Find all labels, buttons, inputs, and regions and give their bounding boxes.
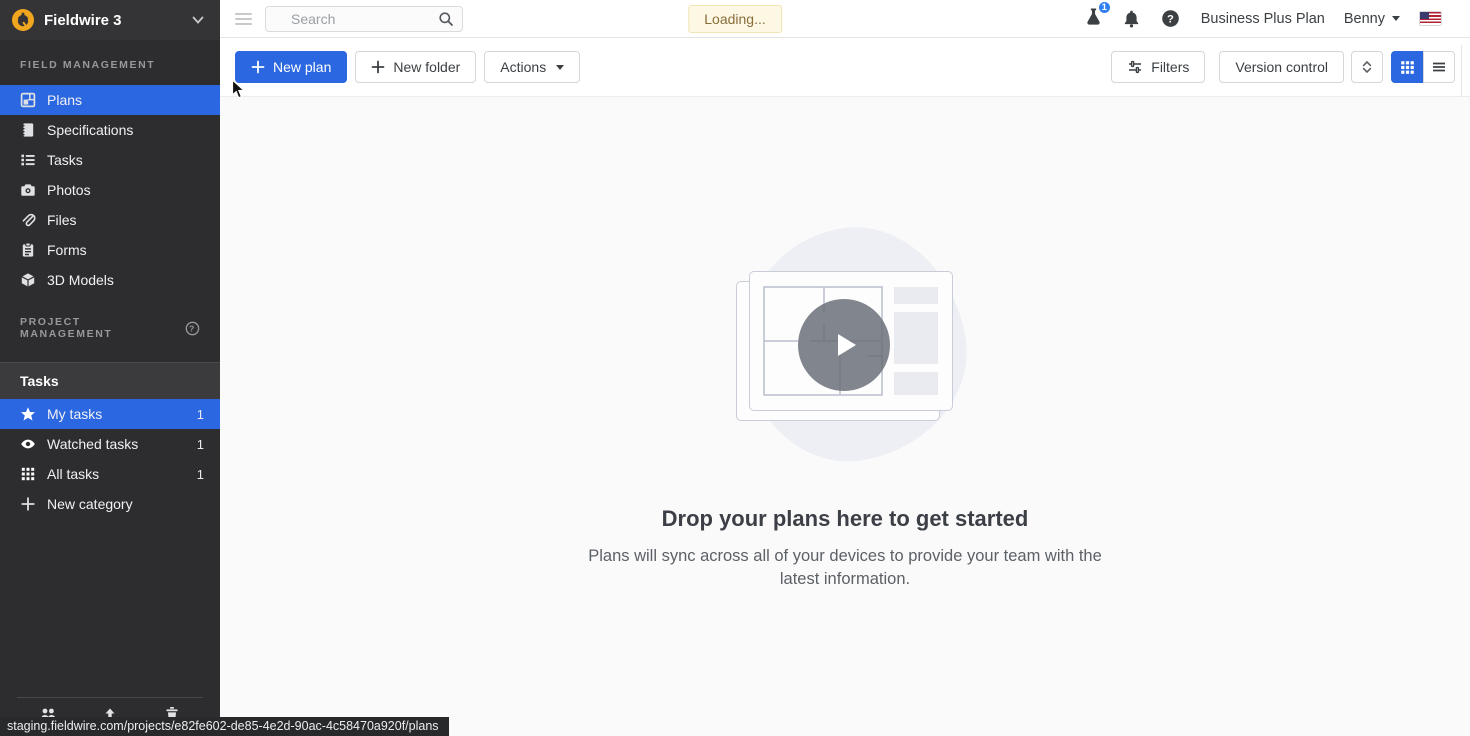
- unfold-chevrons-icon: [1359, 59, 1375, 75]
- topbar: Loading... 1: [220, 0, 1470, 38]
- language-flag-icon[interactable]: [1420, 12, 1441, 25]
- sidebar-item-tasks[interactable]: Tasks: [0, 145, 220, 175]
- experiments-count-badge: 1: [1097, 0, 1112, 15]
- toolbar-right: Filters Version control: [1111, 51, 1455, 83]
- caret-down-icon: [1392, 16, 1400, 21]
- plus-icon: [371, 60, 385, 74]
- field-management-heading: FIELD MANAGEMENT: [0, 59, 220, 71]
- sort-order-button[interactable]: [1351, 51, 1383, 83]
- list-view-button[interactable]: [1423, 51, 1455, 83]
- notifications-bell-icon[interactable]: [1122, 9, 1141, 28]
- task-count-badge: 1: [197, 437, 204, 452]
- tasks-list-icon: [20, 152, 36, 168]
- play-video-button[interactable]: [798, 299, 890, 391]
- topbar-right: 1 ? Business Plus Plan Benny: [1084, 7, 1470, 31]
- paperclip-icon: [20, 212, 36, 228]
- task-count-badge: 1: [197, 467, 204, 482]
- filters-sliders-icon: [1127, 59, 1143, 75]
- sidebar-item-label: Watched tasks: [47, 436, 138, 452]
- sidebar-item-label: Plans: [47, 92, 82, 108]
- project-management-heading: PROJECT MANAGEMENT ?: [0, 316, 220, 340]
- new-folder-button[interactable]: New folder: [355, 51, 476, 83]
- user-menu[interactable]: Benny: [1344, 11, 1400, 27]
- user-name: Benny: [1344, 11, 1385, 27]
- sidebar-item-new-category[interactable]: New category: [0, 489, 220, 519]
- eye-icon: [20, 436, 36, 452]
- chevron-down-icon: [190, 12, 206, 28]
- plans-icon: [20, 92, 36, 108]
- sidebar-item-specifications[interactable]: Specifications: [0, 115, 220, 145]
- sidebar-item-3d-models[interactable]: 3D Models: [0, 265, 220, 295]
- grid-dots-icon: [20, 466, 36, 482]
- help-icon[interactable]: ?: [1161, 9, 1180, 28]
- plus-icon: [251, 60, 265, 74]
- version-control-button[interactable]: Version control: [1219, 51, 1344, 83]
- specifications-icon: [20, 122, 36, 138]
- menu-toggle-icon[interactable]: [235, 13, 252, 25]
- caret-down-icon: [556, 65, 564, 70]
- sidebar-item-label: Forms: [47, 242, 87, 258]
- star-icon: [20, 406, 36, 422]
- svg-text:?: ?: [189, 323, 196, 333]
- empty-state-description: Plans will sync across all of your devic…: [583, 545, 1108, 591]
- sidebar-item-watched-tasks[interactable]: Watched tasks 1: [0, 429, 220, 459]
- flask-icon: [1084, 13, 1103, 30]
- fieldwire-logo-icon: [11, 8, 35, 32]
- scrollbar-edge: [1461, 45, 1462, 97]
- link-preview-statusbar: staging.fieldwire.com/projects/e82fe602-…: [0, 717, 449, 736]
- sidebar-item-label: Specifications: [47, 122, 133, 138]
- play-icon: [827, 328, 861, 362]
- experiments-button[interactable]: 1: [1084, 7, 1103, 31]
- sidebar-item-label: New category: [47, 496, 133, 512]
- fieldwire-app: Fieldwire 3 FIELD MANAGEMENT Plans: [0, 0, 1470, 736]
- sidebar-item-files[interactable]: Files: [0, 205, 220, 235]
- search-icon[interactable]: [438, 11, 454, 27]
- sidebar-item-my-tasks[interactable]: My tasks 1: [0, 399, 220, 429]
- sidebar: Fieldwire 3 FIELD MANAGEMENT Plans: [0, 0, 220, 736]
- main-area: Loading... 1: [220, 0, 1470, 736]
- help-outline-icon[interactable]: ?: [185, 321, 200, 336]
- plans-toolbar: New plan New folder Actions: [220, 38, 1470, 97]
- new-plan-button[interactable]: New plan: [235, 51, 347, 83]
- sidebar-item-all-tasks[interactable]: All tasks 1: [0, 459, 220, 489]
- sidebar-item-label: Photos: [47, 182, 91, 198]
- cube-icon: [20, 272, 36, 288]
- grid-view-icon: [1400, 60, 1415, 75]
- sidebar-item-label: Tasks: [47, 152, 83, 168]
- plan-badge: Business Plus Plan: [1201, 11, 1325, 27]
- plus-icon: [20, 496, 36, 512]
- loading-toast: Loading...: [688, 5, 782, 33]
- view-toggle-group: [1391, 51, 1455, 83]
- sidebar-item-label: Files: [47, 212, 77, 228]
- filters-button[interactable]: Filters: [1111, 51, 1205, 83]
- sidebar-item-label: My tasks: [47, 406, 102, 422]
- list-view-icon: [1431, 59, 1447, 75]
- project-switcher[interactable]: Fieldwire 3: [0, 0, 220, 40]
- sidebar-item-photos[interactable]: Photos: [0, 175, 220, 205]
- tasks-section-header: Tasks: [0, 362, 220, 399]
- actions-button[interactable]: Actions: [484, 51, 580, 83]
- project-name: Fieldwire 3: [44, 12, 190, 29]
- sidebar-item-forms[interactable]: Forms: [0, 235, 220, 265]
- empty-state-illustration: [725, 228, 965, 464]
- sidebar-item-label: All tasks: [47, 466, 99, 482]
- task-count-badge: 1: [197, 407, 204, 422]
- search-box: [265, 6, 463, 32]
- empty-state-title: Drop your plans here to get started: [662, 506, 1029, 532]
- grid-view-button[interactable]: [1391, 51, 1423, 83]
- camera-icon: [20, 182, 36, 198]
- plans-empty-state: Drop your plans here to get started Plan…: [220, 97, 1470, 736]
- svg-text:?: ?: [1167, 14, 1174, 26]
- search-input[interactable]: [265, 6, 463, 32]
- sidebar-item-plans[interactable]: Plans: [0, 85, 220, 115]
- clipboard-icon: [20, 242, 36, 258]
- sidebar-item-label: 3D Models: [47, 272, 114, 288]
